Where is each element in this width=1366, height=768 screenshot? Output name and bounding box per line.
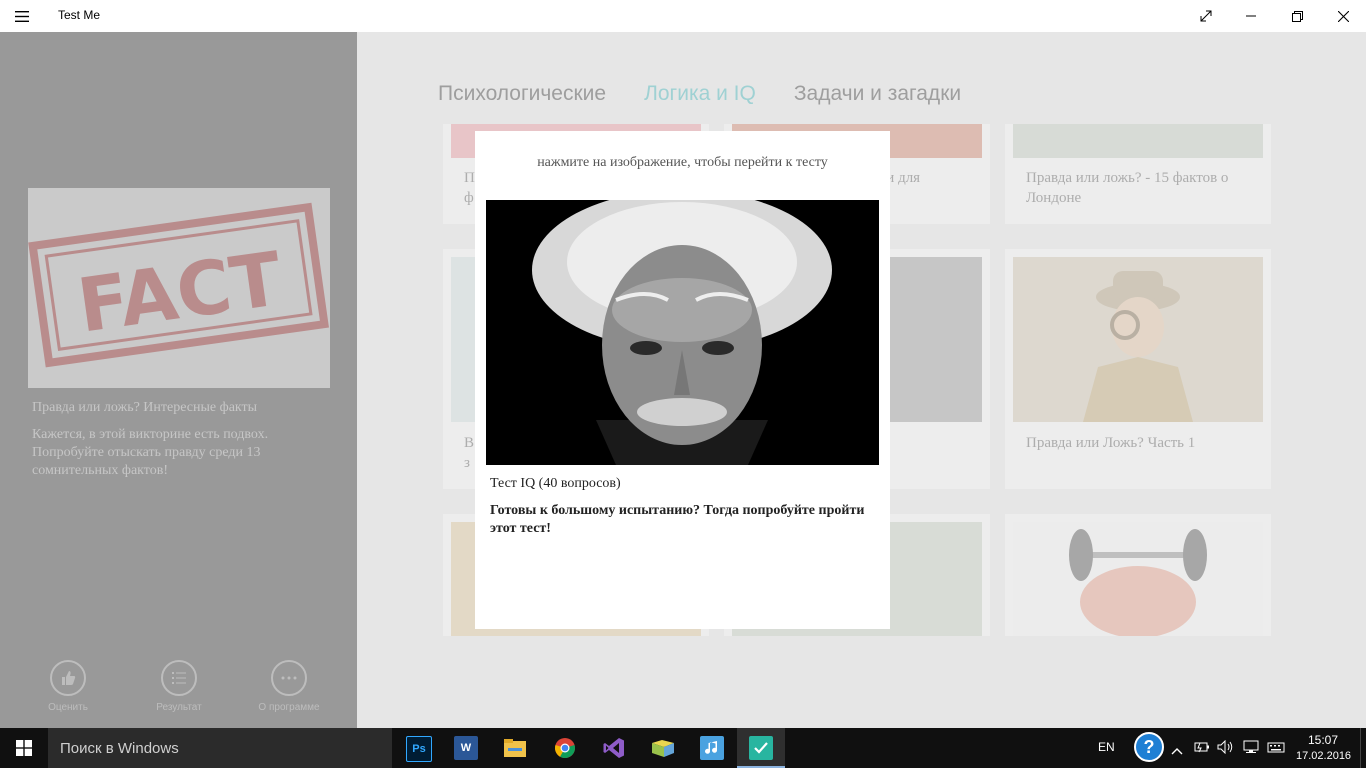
show-desktop-button[interactable] <box>1360 728 1366 768</box>
tab-psychological[interactable]: Психологические <box>438 82 606 106</box>
test-preview-image[interactable] <box>486 190 879 465</box>
chrome-icon[interactable] <box>553 736 577 760</box>
photoshop-label: Ps <box>412 743 426 755</box>
test-description: Готовы к большому испытанию? Тогда попро… <box>490 503 865 536</box>
test-card[interactable]: Правда или Ложь? Часть 1 <box>1005 249 1271 489</box>
test-card-image <box>1013 124 1263 158</box>
test-card-title: ки для <box>879 170 921 186</box>
fullscreen-button[interactable] <box>1183 0 1229 32</box>
network-icon[interactable] <box>1242 740 1260 759</box>
folder-app-icon[interactable] <box>651 736 675 760</box>
clock-time[interactable]: 15:07 <box>1308 733 1338 747</box>
results-button[interactable]: Результат <box>139 660 219 713</box>
test-title: Тест IQ (40 вопросов) <box>490 476 621 491</box>
test-card-title: ) <box>884 433 974 453</box>
test-preview-dialog: нажмите на изображение, чтобы перейти к … <box>475 131 890 629</box>
test-card-image <box>1013 522 1263 636</box>
about-label: О программе <box>258 702 320 713</box>
taskbar-active-app[interactable] <box>737 728 785 768</box>
about-button[interactable]: О программе <box>249 660 329 713</box>
title-bar: Test Me <box>0 0 1366 32</box>
restore-button[interactable] <box>1274 0 1320 32</box>
restore-icon <box>1291 10 1303 22</box>
rate-label: Оценить <box>48 702 88 713</box>
visual-studio-icon[interactable] <box>602 736 626 760</box>
category-tabs: Психологические Логика и IQ Задачи и заг… <box>438 82 961 106</box>
clock-date[interactable]: 17.02.2016 <box>1296 750 1351 762</box>
test-card[interactable]: Правда или ложь? - 15 фактов о Лондоне <box>1005 124 1271 224</box>
dialog-hint: нажмите на изображение, чтобы перейти к … <box>537 155 828 170</box>
start-button[interactable] <box>0 728 48 768</box>
thumbs-up-icon <box>62 671 76 685</box>
rate-button[interactable]: Оценить <box>28 660 108 713</box>
test-card-title: Правда или Ложь? Часть 1 <box>1026 435 1196 451</box>
minimize-button[interactable] <box>1228 0 1274 32</box>
battery-icon[interactable] <box>1193 740 1211 759</box>
windows-logo-icon <box>16 740 32 756</box>
close-icon <box>1337 10 1349 22</box>
minimize-icon <box>1246 15 1256 17</box>
list-icon <box>172 672 186 684</box>
featured-test-title[interactable]: Правда или ложь? Интересные факты <box>32 400 332 416</box>
photoshop-icon[interactable]: Ps <box>406 736 432 762</box>
sidebar: FACT Правда или ложь? Интересные факты К… <box>0 32 357 728</box>
close-button[interactable] <box>1320 0 1366 32</box>
featured-test-image[interactable]: FACT <box>28 188 330 388</box>
volume-icon[interactable] <box>1217 739 1235 759</box>
fullscreen-icon <box>1200 10 1212 22</box>
menu-icon[interactable] <box>12 8 32 24</box>
results-label: Результат <box>156 702 202 713</box>
test-card[interactable] <box>1005 514 1271 636</box>
music-app-icon[interactable] <box>700 736 724 760</box>
app-title: Test Me <box>58 8 101 22</box>
test-card-image <box>1013 257 1263 422</box>
tab-logic-iq[interactable]: Логика и IQ <box>644 82 756 106</box>
search-placeholder: Поиск в Windows <box>60 740 179 757</box>
taskbar-search-box[interactable]: Поиск в Windows <box>48 728 392 768</box>
test-card-title: Правда или ложь? - 15 фактов о Лондоне <box>1026 170 1229 206</box>
word-icon[interactable]: W <box>454 736 478 760</box>
word-label: W <box>460 742 472 754</box>
input-language-indicator[interactable]: EN <box>1098 740 1115 754</box>
more-icon <box>281 676 297 680</box>
test-me-app-icon <box>749 736 773 760</box>
file-explorer-icon[interactable] <box>503 736 527 760</box>
tab-puzzles[interactable]: Задачи и загадки <box>794 82 961 106</box>
show-hidden-icons-icon[interactable] <box>1171 742 1183 760</box>
taskbar: Поиск в Windows Ps W EN ? 15:07 17.02.20… <box>0 728 1366 768</box>
keyboard-icon[interactable] <box>1267 740 1285 759</box>
help-icon[interactable]: ? <box>1134 732 1164 762</box>
featured-test-description: Кажется, в этой викторине есть подвох. П… <box>32 427 269 478</box>
